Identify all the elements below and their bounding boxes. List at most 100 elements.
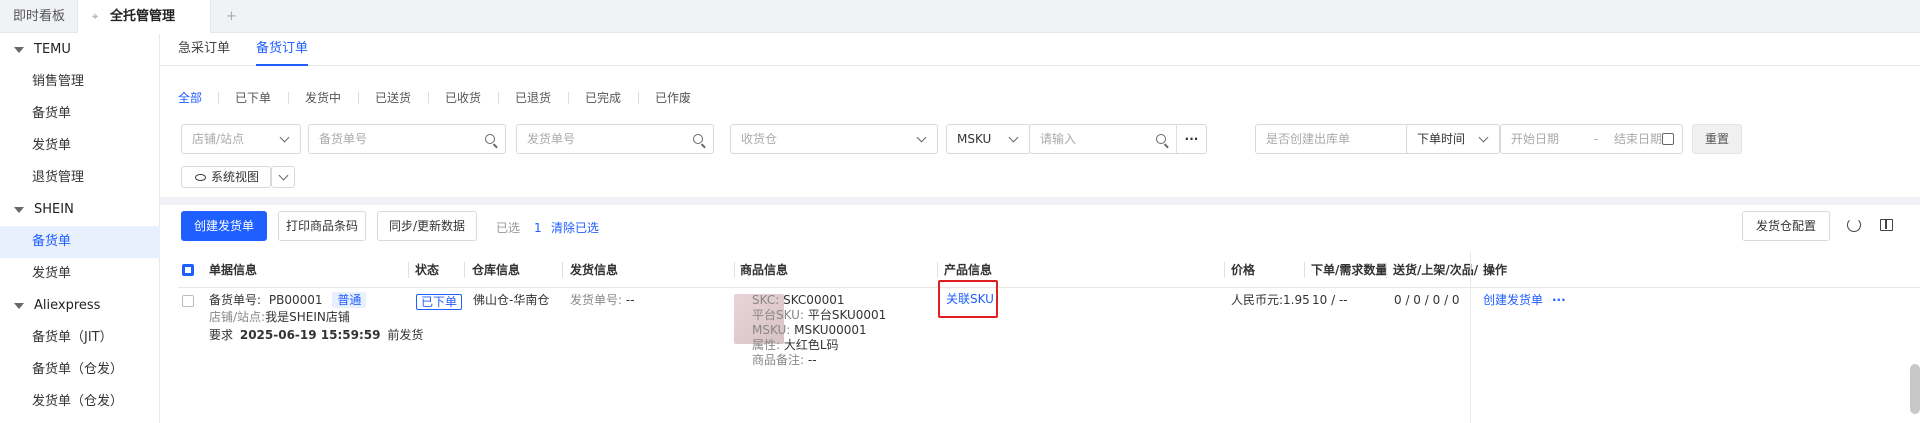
- status-shipping[interactable]: 发货中: [305, 88, 341, 108]
- sidebar-item-ali-jit[interactable]: 备货单（JIT）: [0, 322, 160, 354]
- sidebar-group-shein[interactable]: SHEIN: [0, 194, 160, 226]
- section-divider: [160, 197, 1920, 205]
- pin-icon[interactable]: ⌖: [92, 0, 104, 33]
- divider: [638, 92, 639, 104]
- price: 人民币元:1.95: [1231, 293, 1310, 307]
- goods-remark: 商品备注: --: [752, 353, 817, 367]
- col-delivery: 送货/上架/次品/: [1393, 263, 1479, 277]
- ship-order-input[interactable]: 发货单号: [516, 124, 714, 154]
- clear-selected-link[interactable]: 清除已选: [551, 218, 599, 238]
- more-icon[interactable]: ···: [1176, 125, 1206, 153]
- divider: [358, 92, 359, 104]
- order-number: 备货单号: PB00001 普通: [209, 291, 367, 309]
- divider: [464, 262, 465, 278]
- search-icon[interactable]: [693, 134, 703, 144]
- search-icon[interactable]: [1156, 134, 1166, 144]
- warehouse-select[interactable]: 收货仓: [730, 124, 938, 154]
- table-row: 备货单号: PB00001 普通 店铺/站点:我是SHEIN店铺 要求 2025…: [178, 280, 1920, 423]
- col-shipping: 发货信息: [570, 263, 619, 277]
- caret-down-icon: [14, 302, 24, 309]
- top-tab-bar: 即时看板 ⌖ 全托管管理 +: [0, 0, 1920, 33]
- tab-full-managed-label: 全托管管理: [110, 9, 176, 24]
- warehouse-config-button[interactable]: 发货仓配置: [1742, 211, 1830, 241]
- divider: [562, 262, 563, 278]
- shipping-info: 发货单号: --: [570, 293, 635, 307]
- status-returned[interactable]: 已退货: [515, 88, 551, 108]
- col-order-info: 单据信息: [209, 263, 258, 277]
- more-actions-icon[interactable]: ···: [1552, 291, 1566, 309]
- system-view-dropdown[interactable]: [271, 166, 295, 188]
- sidebar-item-ali-shipment[interactable]: 发货单（仓发）: [0, 386, 160, 418]
- outbound-select[interactable]: 是否创建出库单: [1255, 124, 1429, 154]
- divider: [1386, 262, 1387, 278]
- sidebar-item-ali-stock[interactable]: 备货单（仓发）: [0, 354, 160, 386]
- sidebar-item-shein-shipment[interactable]: 发货单: [0, 258, 160, 290]
- table-header: 单据信息 状态 仓库信息 发货信息 商品信息 产品信息 价格 下单/需求数量 送…: [178, 252, 1920, 288]
- selected-count: 1: [534, 221, 542, 235]
- reset-button[interactable]: 重置: [1692, 124, 1742, 154]
- tab-full-managed[interactable]: ⌖ 全托管管理: [77, 0, 211, 33]
- sidebar: TEMU 销售管理 备货单 发货单 退货管理 SHEIN 备货单 发货单 Ali…: [0, 34, 160, 423]
- eye-icon: [195, 174, 206, 181]
- divider: [734, 262, 735, 278]
- divider: [288, 92, 289, 104]
- status-delivered[interactable]: 已送货: [375, 88, 411, 108]
- status-all[interactable]: 全部: [178, 88, 202, 108]
- select-all-checkbox[interactable]: [182, 264, 194, 276]
- caret-down-icon: [14, 206, 24, 213]
- chevron-down-icon: [1008, 132, 1019, 143]
- create-shipment-button[interactable]: 创建发货单: [181, 211, 267, 241]
- chevron-down-icon: [916, 132, 927, 143]
- tab-dashboard[interactable]: 即时看板: [0, 0, 76, 33]
- search-icon[interactable]: [485, 134, 495, 144]
- sidebar-item-temu-stock[interactable]: 备货单: [0, 98, 160, 130]
- shop-select[interactable]: 店铺/站点: [181, 124, 301, 154]
- col-action: 操作: [1483, 263, 1508, 277]
- chevron-down-icon: [279, 132, 290, 143]
- delivery-counts: 0 / 0 / 0 / 0: [1394, 293, 1460, 307]
- deadline: 要求 2025-06-19 15:59:59 前发货: [209, 328, 424, 342]
- col-status: 状态: [415, 263, 440, 277]
- sidebar-item-shein-stock[interactable]: 备货单: [0, 226, 160, 258]
- caret-down-icon: [14, 46, 24, 53]
- col-quantity: 下单/需求数量: [1311, 263, 1388, 277]
- status-completed[interactable]: 已完成: [585, 88, 621, 108]
- link-sku-button[interactable]: 关联SKU: [946, 290, 994, 308]
- status-ordered[interactable]: 已下单: [235, 88, 271, 108]
- subtab-urgent[interactable]: 急采订单: [178, 34, 230, 66]
- msku-input[interactable]: 请输入 ···: [1029, 124, 1207, 154]
- system-view-select[interactable]: 系统视图: [181, 166, 271, 188]
- vertical-scrollbar[interactable]: [1910, 364, 1920, 414]
- divider: [408, 262, 409, 278]
- sync-data-button[interactable]: 同步/更新数据: [377, 211, 477, 241]
- calendar-icon[interactable]: [1662, 133, 1674, 145]
- divider: [218, 92, 219, 104]
- divider: [428, 92, 429, 104]
- msku-type-select[interactable]: MSKU: [946, 124, 1030, 154]
- chevron-down-icon: [278, 170, 289, 181]
- columns-icon[interactable]: [1880, 219, 1893, 231]
- subtab-stock[interactable]: 备货订单: [256, 34, 309, 66]
- divider: [498, 92, 499, 104]
- sidebar-item-temu-returns[interactable]: 退货管理: [0, 162, 160, 194]
- quantity: 10 / --: [1312, 293, 1348, 307]
- create-shipment-link[interactable]: 创建发货单: [1483, 291, 1543, 309]
- refresh-icon[interactable]: [1847, 218, 1861, 232]
- status-badge: 已下单: [416, 293, 463, 311]
- status-voided[interactable]: 已作废: [655, 88, 691, 108]
- add-tab-button[interactable]: +: [226, 0, 246, 33]
- sidebar-item-temu-shipment[interactable]: 发货单: [0, 130, 160, 162]
- print-barcode-button[interactable]: 打印商品条码: [278, 211, 366, 241]
- divider: [1304, 262, 1305, 278]
- time-type-select[interactable]: 下单时间: [1406, 124, 1500, 154]
- row-checkbox[interactable]: [182, 295, 194, 307]
- sidebar-item-temu-sales[interactable]: 销售管理: [0, 66, 160, 98]
- divider: [937, 262, 938, 278]
- col-goods: 商品信息: [740, 263, 789, 277]
- status-received[interactable]: 已收货: [445, 88, 481, 108]
- stock-order-input[interactable]: 备货单号: [308, 124, 506, 154]
- subtabs: 急采订单 备货订单: [160, 34, 1920, 66]
- date-range-picker[interactable]: 开始日期 - 结束日期: [1500, 124, 1683, 154]
- sidebar-group-aliexpress[interactable]: Aliexpress: [0, 290, 160, 322]
- sidebar-group-temu[interactable]: TEMU: [0, 34, 160, 66]
